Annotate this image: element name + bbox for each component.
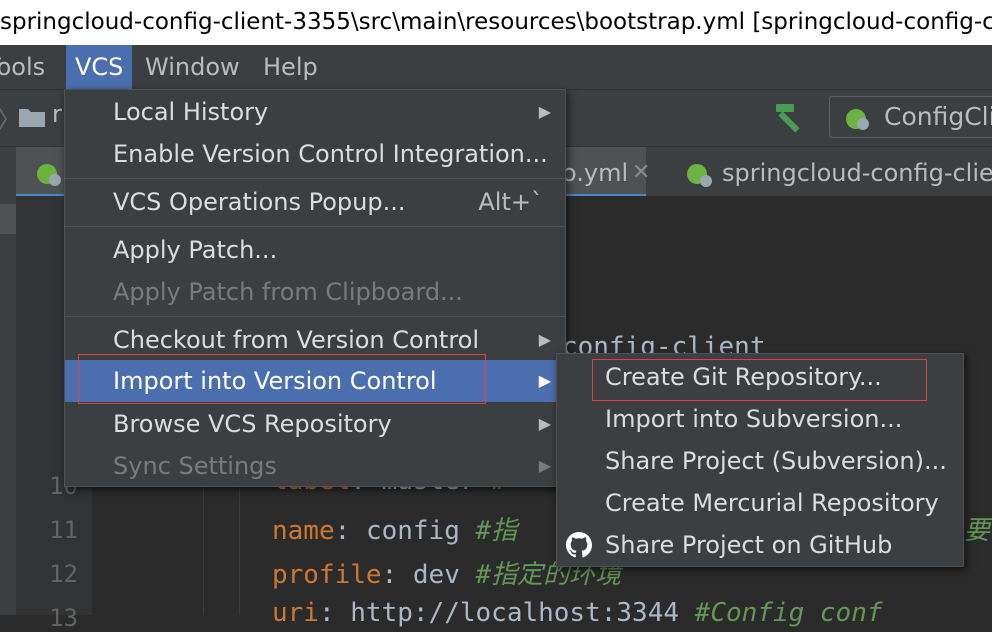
menu-item-share-subversion[interactable]: Share Project (Subversion)... bbox=[557, 440, 963, 482]
tab-config-client[interactable]: springcloud-config-clien bbox=[670, 147, 992, 197]
github-icon bbox=[566, 532, 592, 558]
run-config-selector[interactable]: ConfigClie bbox=[829, 96, 992, 138]
window-title: springcloud-config-client-3355\src\main\… bbox=[0, 0, 992, 45]
vcs-menu: Local History ▶ Enable Version Control In… bbox=[64, 89, 566, 487]
menu-item-create-mercurial-repo[interactable]: Create Mercurial Repository bbox=[557, 482, 963, 524]
chevron-right-icon bbox=[0, 107, 7, 131]
menu-help[interactable]: Help bbox=[259, 45, 322, 89]
menu-vcs[interactable]: VCS bbox=[66, 45, 133, 89]
tab-label: o.yml bbox=[562, 159, 629, 187]
menu-item-sync-settings: Sync Settings ▶ bbox=[113, 452, 551, 480]
spring-boot-icon bbox=[846, 109, 869, 130]
line-number: 11 bbox=[49, 516, 78, 544]
line-number: 12 bbox=[49, 560, 78, 588]
menu-item-share-github[interactable]: Share Project on GitHub bbox=[557, 524, 963, 566]
menu-item-create-git-repo[interactable]: Create Git Repository... bbox=[557, 356, 963, 398]
shortcut-label: Alt+` bbox=[478, 188, 543, 216]
menu-window[interactable]: Window bbox=[141, 45, 244, 89]
folder-icon bbox=[19, 109, 45, 127]
menu-separator bbox=[65, 178, 565, 179]
chevron-right-icon: ▶ bbox=[538, 371, 551, 390]
menu-separator bbox=[65, 316, 565, 317]
tool-window-button[interactable] bbox=[0, 204, 16, 234]
spring-file-icon bbox=[37, 164, 61, 186]
tool-window-strip bbox=[0, 196, 16, 615]
menu-item-apply-patch-clipboard: Apply Patch from Clipboard... bbox=[113, 278, 463, 306]
menu-item-checkout[interactable]: Checkout from Version Control ▶ bbox=[65, 319, 565, 361]
code-line-11: name: config #指 bbox=[272, 516, 518, 546]
menu-item-import-subversion[interactable]: Import into Subversion... bbox=[557, 398, 963, 440]
menu-item-enable-vcs-integration[interactable]: Enable Version Control Integration... bbox=[65, 133, 565, 175]
menu-item-import-into-vcs[interactable]: Import into Version Control ▶ bbox=[65, 360, 565, 402]
spring-file-icon bbox=[687, 164, 712, 187]
menu-bar: Tools VCS Window Help bbox=[0, 45, 992, 89]
import-submenu: Create Git Repository... Import into Sub… bbox=[556, 353, 964, 567]
close-icon[interactable]: ✕ bbox=[632, 147, 650, 199]
menu-item-browse-vcs-repo[interactable]: Browse VCS Repository ▶ bbox=[65, 403, 565, 445]
menu-tools[interactable]: Tools bbox=[0, 45, 49, 89]
code-line-13: uri: http://localhost:3344 #Config conf bbox=[272, 598, 883, 628]
menu-item-local-history[interactable]: Local History ▶ bbox=[65, 91, 565, 133]
line-number: 13 bbox=[49, 604, 78, 632]
menu-item-apply-patch[interactable]: Apply Patch... bbox=[65, 229, 565, 271]
run-config-label: ConfigClie bbox=[884, 102, 992, 131]
menu-item-vcs-operations-popup[interactable]: VCS Operations Popup... Alt+` bbox=[65, 181, 565, 223]
code-line-11-comment-end: 要 bbox=[964, 516, 991, 546]
tab-label: springcloud-config-clien bbox=[722, 159, 992, 187]
menu-separator bbox=[65, 226, 565, 227]
breadcrumb[interactable]: r bbox=[52, 100, 62, 128]
hammer-build-icon[interactable] bbox=[772, 100, 808, 134]
